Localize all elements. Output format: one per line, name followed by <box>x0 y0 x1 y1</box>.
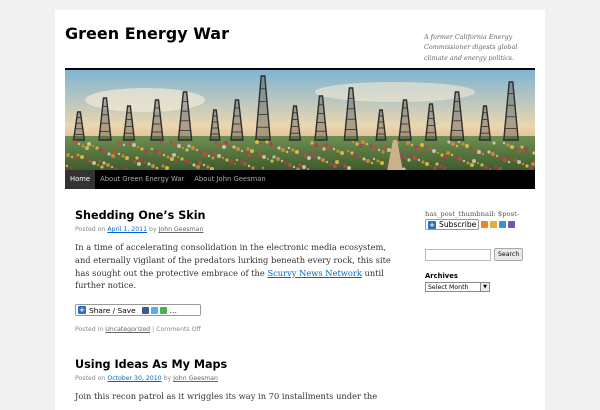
comments-off-text: Comments Off <box>156 326 201 334</box>
main-navigation: Home About Green Energy War About John G… <box>65 170 535 189</box>
yahoo-icon[interactable] <box>508 221 516 228</box>
nav-home[interactable]: Home <box>65 170 96 189</box>
more-share-ellipsis: … <box>169 305 178 315</box>
archives-heading: Archives <box>425 272 458 280</box>
subscribe-label: Subscribe <box>439 220 477 229</box>
archives-dropdown[interactable]: Select Month ▼ <box>425 282 490 292</box>
footer-separator: | <box>152 326 155 334</box>
posted-on-label: Posted on <box>75 226 106 233</box>
post-date-link[interactable]: April 1, 2011 <box>107 226 147 233</box>
posted-in-label: Posted in <box>75 326 104 334</box>
search-form: Search <box>425 248 540 261</box>
subscribe-row: + Subscribe <box>425 219 540 230</box>
share-save-label: Share / Save <box>89 305 136 315</box>
post-author-link[interactable]: John Geesman <box>173 375 218 382</box>
posted-on-label: Posted on <box>75 375 106 382</box>
twitter-icon <box>150 306 158 314</box>
site-description: A former California Energy Commissioner … <box>424 33 518 62</box>
nav-about-green-energy-war[interactable]: About Green Energy War <box>95 170 189 189</box>
post-content: Join this recon patrol as it wriggles it… <box>75 390 395 403</box>
sidebar: has_post_thumbnail: $post- + Subscribe S… <box>425 210 540 292</box>
subscribe-plus-icon: + <box>428 220 436 229</box>
post-date-link[interactable]: October 30, 2010 <box>107 375 161 382</box>
site-title[interactable]: Green Energy War <box>65 24 229 43</box>
bookmark-icon[interactable] <box>490 221 498 228</box>
post-footer-meta: Posted in Uncategorized | Comments Off <box>75 326 405 333</box>
by-label: by <box>163 375 172 382</box>
post-meta: Posted on April 1, 2011 by John Geesman <box>75 226 405 233</box>
share-save-button[interactable]: + Share / Save … <box>75 304 201 317</box>
thumbnail-debug-text: has_post_thumbnail: $post- <box>425 210 520 218</box>
header-banner-image <box>65 70 535 171</box>
chevron-down-icon: ▼ <box>480 283 489 291</box>
post-article: Using Ideas As My Maps Posted on October… <box>75 358 405 403</box>
windows-live-icon[interactable] <box>499 221 507 228</box>
share-plus-icon: + <box>78 306 86 315</box>
post-title[interactable]: Shedding One’s Skin <box>75 209 405 222</box>
subscribe-button[interactable]: + Subscribe <box>425 219 480 230</box>
archives-selected-value: Select Month <box>428 283 469 291</box>
search-input[interactable] <box>425 248 491 261</box>
scurvy-news-network-link[interactable]: Scurvy News Network <box>267 268 361 278</box>
email-share-icon <box>159 306 167 314</box>
by-label: by <box>149 226 157 233</box>
nav-about-john-geesman[interactable]: About John Geesman <box>189 170 270 189</box>
page-wrapper: Green Energy War A former California Ene… <box>55 10 545 410</box>
post-content: In a time of accelerating consolidation … <box>75 241 395 292</box>
rss-icon[interactable] <box>481 221 489 228</box>
facebook-icon <box>141 306 149 314</box>
post-article: Shedding One’s Skin Posted on April 1, 2… <box>75 209 405 333</box>
search-button[interactable]: Search <box>494 248 524 261</box>
post-meta: Posted on October 30, 2010 by John Geesm… <box>75 375 405 382</box>
post-title[interactable]: Using Ideas As My Maps <box>75 358 405 371</box>
category-link[interactable]: Uncategorized <box>105 326 150 333</box>
post-author-link[interactable]: John Geesman <box>159 226 204 233</box>
